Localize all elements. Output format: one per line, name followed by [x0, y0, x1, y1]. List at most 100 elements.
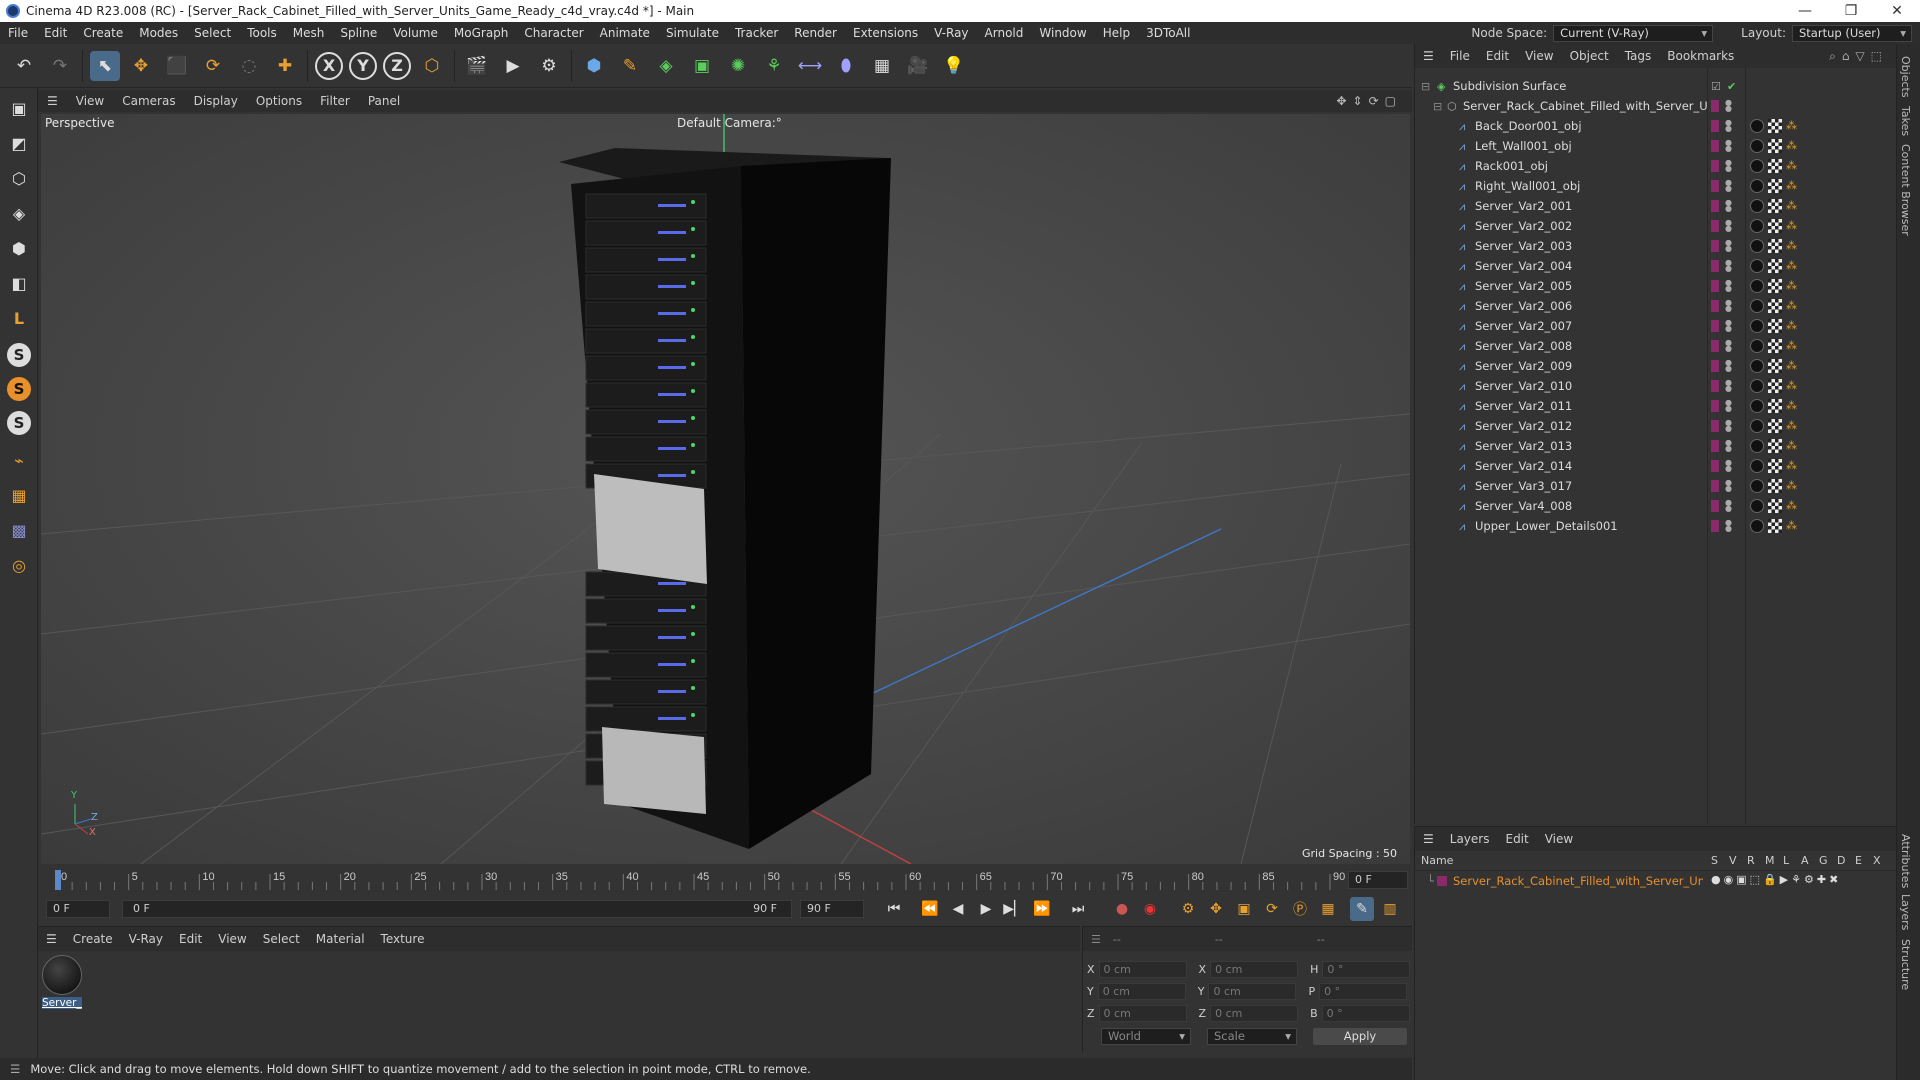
viewport-navigation-icons[interactable]: ✥⇕⟳▢ [1336, 94, 1412, 108]
uvw-tag-icon[interactable] [1768, 499, 1782, 513]
rotation-b-field[interactable]: 0 ° [1321, 1005, 1410, 1022]
size-x-field[interactable]: 0 cm [1210, 961, 1299, 978]
visibility-dots-icon[interactable]: ● ● [1725, 179, 1732, 193]
apply-button[interactable]: Apply [1313, 1028, 1407, 1045]
layer-color-icon[interactable] [1711, 180, 1719, 192]
coordinates-hamburger-icon[interactable]: ☰ [1083, 933, 1109, 946]
uvw-tag-icon[interactable] [1768, 339, 1782, 353]
phong-tag-icon[interactable]: ⁂ [1786, 339, 1800, 353]
layer-row[interactable]: └ Server_Rack_Cabinet_Filled_with_Server… [1415, 871, 1896, 891]
phong-tag-icon[interactable]: ⁂ [1786, 419, 1800, 433]
object-row[interactable]: ⩘ Server_Var3_017 ● ● ⁂ [1415, 476, 1895, 496]
visibility-dots-icon[interactable]: ● ● [1725, 419, 1732, 433]
position-z-field[interactable]: 0 cm [1098, 1005, 1187, 1022]
uvw-tag-icon[interactable] [1768, 159, 1782, 173]
polygons-mode-icon[interactable]: ⬢ [4, 233, 34, 263]
live-select-icon[interactable]: ◌ [234, 51, 264, 81]
menu-extensions[interactable]: Extensions [845, 26, 926, 40]
phong-tag-icon[interactable]: ⁂ [1786, 499, 1800, 513]
light-icon[interactable]: 💡 [939, 51, 969, 81]
tab-objects[interactable]: Objects [1899, 56, 1912, 98]
y-axis-lock-icon[interactable]: Y [349, 51, 377, 80]
object-row[interactable]: ⩘ Server_Var2_003 ● ● ⁂ [1415, 236, 1895, 256]
tab-structure[interactable]: Structure [1899, 939, 1912, 990]
uvw-tag-icon[interactable] [1768, 439, 1782, 453]
edit-checkbox-icon[interactable]: ☑ [1711, 80, 1721, 93]
object-row[interactable]: ⩘ Server_Var2_009 ● ● ⁂ [1415, 356, 1895, 376]
menu-select[interactable]: Select [186, 26, 239, 40]
object-row[interactable]: ⩘ Server_Var2_010 ● ● ⁂ [1415, 376, 1895, 396]
layer-color-icon[interactable] [1711, 140, 1719, 152]
layer-color-icon[interactable] [1711, 160, 1719, 172]
visibility-dots-icon[interactable]: ● ● [1725, 159, 1732, 173]
previous-frame-icon[interactable]: ◀ [946, 897, 970, 921]
position-x-field[interactable]: 0 cm [1098, 961, 1187, 978]
visibility-dots-icon[interactable]: ● ● [1725, 219, 1732, 233]
layer-menu-edit[interactable]: Edit [1497, 832, 1536, 846]
collapse-icon[interactable]: ⊟ [1421, 80, 1433, 93]
layer-color-icon[interactable] [1711, 240, 1719, 252]
current-frame-field[interactable]: 0 F [1348, 871, 1408, 889]
rotation-p-field[interactable]: 0 ° [1319, 983, 1408, 1000]
cube-primitive-icon[interactable]: ⬢ [579, 51, 609, 81]
camera-label[interactable]: Default Camera:° [677, 116, 782, 130]
uvw-tag-icon[interactable] [1768, 419, 1782, 433]
uvw-tag-icon[interactable] [1768, 259, 1782, 273]
array-icon[interactable]: ✺ [723, 51, 753, 81]
layer-color-icon[interactable] [1711, 360, 1719, 372]
material-tag-icon[interactable] [1750, 479, 1764, 493]
layer-color-icon[interactable] [1711, 420, 1719, 432]
texture-mode-icon[interactable]: ◩ [4, 128, 34, 158]
end-frame-field[interactable]: 90 F [800, 900, 864, 918]
size-y-field[interactable]: 0 cm [1208, 983, 1297, 1000]
material-swatch[interactable]: Server_R [42, 955, 82, 1015]
go-to-start-icon[interactable]: ⏮ [882, 897, 906, 921]
material-tag-icon[interactable] [1750, 239, 1764, 253]
auto-key-icon[interactable]: ◉ [1138, 897, 1162, 921]
object-row[interactable]: ⩘ Server_Var2_002 ● ● ⁂ [1415, 216, 1895, 236]
layer-color-icon[interactable] [1711, 260, 1719, 272]
material-tag-icon[interactable] [1750, 439, 1764, 453]
layer-color-icon[interactable] [1711, 440, 1719, 452]
layer-hamburger-icon[interactable]: ☰ [1415, 832, 1442, 846]
menu-mesh[interactable]: Mesh [285, 26, 333, 40]
tab-attributes[interactable]: Attributes [1899, 834, 1912, 888]
menu-window[interactable]: Window [1031, 26, 1094, 40]
material-menu-create[interactable]: Create [65, 932, 121, 946]
object-menu-object[interactable]: Object [1562, 49, 1617, 63]
object-row[interactable]: ⩘ Server_Var4_008 ● ● ⁂ [1415, 496, 1895, 516]
menu-arnold[interactable]: Arnold [977, 26, 1032, 40]
uvw-tag-icon[interactable] [1768, 479, 1782, 493]
menu-simulate[interactable]: Simulate [658, 26, 727, 40]
layer-flag-icons[interactable]: ●◉▣⬚🔒▶⚘⚙✚✖ [1711, 873, 1841, 886]
layer-color-icon[interactable] [1711, 280, 1719, 292]
visibility-dots-icon[interactable]: ● ● [1725, 239, 1732, 253]
visibility-dots-icon[interactable]: ● ● [1725, 459, 1732, 473]
layer-color-icon[interactable] [1711, 200, 1719, 212]
object-search-filter-icons[interactable]: ⌕⌂▽⬚ [1829, 49, 1896, 64]
frame-range-slider[interactable]: 0 F 90 F [122, 900, 792, 918]
status-menu-icon[interactable]: ☰ [0, 1062, 30, 1076]
visibility-dots-icon[interactable]: ● ● [1725, 119, 1732, 133]
layer-color-icon[interactable] [1711, 120, 1719, 132]
snap-icon[interactable]: S [7, 343, 31, 367]
layer-color-icon[interactable] [1711, 380, 1719, 392]
visibility-dots-icon[interactable]: ● ● [1725, 139, 1732, 153]
material-tag-icon[interactable] [1750, 179, 1764, 193]
material-tag-icon[interactable] [1750, 339, 1764, 353]
material-hamburger-icon[interactable]: ☰ [38, 932, 65, 946]
material-tag-icon[interactable] [1750, 459, 1764, 473]
phong-tag-icon[interactable]: ⁂ [1786, 199, 1800, 213]
visibility-dots-icon[interactable]: ● ● [1725, 279, 1732, 293]
uvw-tag-icon[interactable] [1768, 179, 1782, 193]
key-position-icon[interactable]: ✥ [1204, 897, 1228, 921]
tab-content-browser[interactable]: Content Browser [1899, 144, 1912, 236]
phong-tag-icon[interactable]: ⁂ [1786, 159, 1800, 173]
next-frame-icon[interactable]: ▶▏ [1002, 897, 1026, 921]
go-to-end-icon[interactable]: ⏭ [1066, 897, 1090, 921]
object-row[interactable]: ⩘ Server_Var2_001 ● ● ⁂ [1415, 196, 1895, 216]
material-menu-view[interactable]: View [210, 932, 254, 946]
object-row-root[interactable]: ⊟ ◈ Subdivision Surface ☑ ✔ [1415, 76, 1895, 96]
visibility-dots-icon[interactable]: ● ● [1725, 499, 1732, 513]
object-menu-edit[interactable]: Edit [1478, 49, 1517, 63]
